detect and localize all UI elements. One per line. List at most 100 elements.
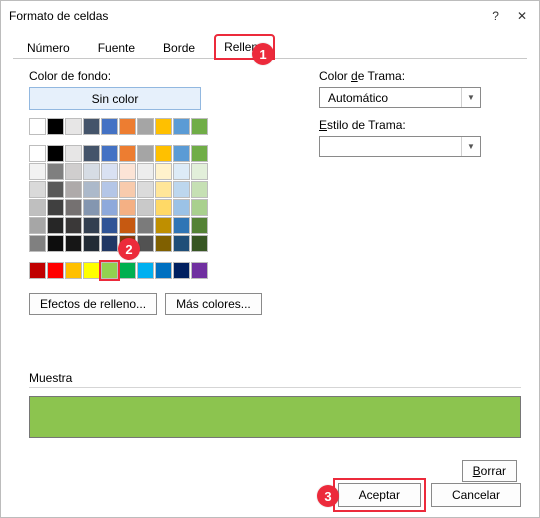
tab-numero[interactable]: Número xyxy=(19,37,78,59)
color-swatch[interactable] xyxy=(173,235,190,252)
trama-style-label: Estilo de Trama: xyxy=(319,118,521,132)
color-swatch[interactable] xyxy=(101,145,118,162)
color-swatch[interactable] xyxy=(29,118,46,135)
color-swatch[interactable] xyxy=(119,217,136,234)
chevron-down-icon: ▼ xyxy=(461,88,480,107)
color-swatch[interactable] xyxy=(65,145,82,162)
help-button[interactable]: ? xyxy=(492,9,499,23)
color-swatch[interactable] xyxy=(47,118,64,135)
color-swatch[interactable] xyxy=(191,235,208,252)
clear-button[interactable]: Borrar xyxy=(462,460,517,482)
color-swatch[interactable] xyxy=(83,181,100,198)
accept-button[interactable]: Aceptar xyxy=(338,483,421,507)
color-swatch[interactable] xyxy=(29,163,46,180)
color-swatch[interactable] xyxy=(29,199,46,216)
color-swatch[interactable] xyxy=(173,163,190,180)
color-swatch[interactable] xyxy=(137,217,154,234)
color-swatch[interactable] xyxy=(137,199,154,216)
color-swatch[interactable] xyxy=(83,145,100,162)
color-swatch[interactable] xyxy=(29,145,46,162)
color-swatch[interactable] xyxy=(119,145,136,162)
color-swatch[interactable] xyxy=(191,262,208,279)
color-swatch[interactable] xyxy=(83,118,100,135)
color-swatch[interactable] xyxy=(101,163,118,180)
tab-fuente[interactable]: Fuente xyxy=(90,37,143,59)
color-swatch[interactable] xyxy=(29,217,46,234)
color-swatch[interactable] xyxy=(47,235,64,252)
tab-borde[interactable]: Borde xyxy=(155,37,203,59)
color-swatch[interactable] xyxy=(137,163,154,180)
color-swatch[interactable] xyxy=(83,235,100,252)
dialog-footer: Aceptar Cancelar xyxy=(338,483,521,507)
trama-color-value: Automático xyxy=(328,91,388,105)
color-swatch[interactable] xyxy=(137,262,154,279)
cancel-button[interactable]: Cancelar xyxy=(431,483,521,507)
window-title: Formato de celdas xyxy=(9,9,108,23)
color-swatch[interactable] xyxy=(101,262,118,279)
color-swatch[interactable] xyxy=(47,181,64,198)
no-color-button[interactable]: Sin color xyxy=(29,87,201,110)
color-swatch[interactable] xyxy=(155,262,172,279)
color-swatch[interactable] xyxy=(173,199,190,216)
color-swatch[interactable] xyxy=(65,118,82,135)
trama-color-dropdown[interactable]: Automático ▼ xyxy=(319,87,481,108)
color-swatch[interactable] xyxy=(155,163,172,180)
color-swatch[interactable] xyxy=(101,217,118,234)
color-swatch[interactable] xyxy=(191,118,208,135)
trama-style-dropdown[interactable]: ▼ xyxy=(319,136,481,157)
color-swatch[interactable] xyxy=(191,199,208,216)
color-swatch[interactable] xyxy=(119,163,136,180)
color-swatch[interactable] xyxy=(119,118,136,135)
more-colors-button[interactable]: Más colores... xyxy=(165,293,262,315)
color-swatch[interactable] xyxy=(65,235,82,252)
close-button[interactable]: ✕ xyxy=(517,9,527,23)
color-swatch[interactable] xyxy=(29,262,46,279)
color-swatch[interactable] xyxy=(101,235,118,252)
color-swatch[interactable] xyxy=(137,145,154,162)
color-swatch[interactable] xyxy=(173,145,190,162)
color-swatch[interactable] xyxy=(155,181,172,198)
color-swatch[interactable] xyxy=(155,118,172,135)
color-swatch[interactable] xyxy=(101,199,118,216)
color-swatch[interactable] xyxy=(101,181,118,198)
color-swatch[interactable] xyxy=(47,262,64,279)
color-swatch[interactable] xyxy=(65,217,82,234)
color-swatch[interactable] xyxy=(29,235,46,252)
color-swatch[interactable] xyxy=(65,181,82,198)
color-swatch[interactable] xyxy=(47,199,64,216)
color-swatch[interactable] xyxy=(173,262,190,279)
color-swatch[interactable] xyxy=(191,181,208,198)
fill-effects-button[interactable]: Efectos de relleno... xyxy=(29,293,157,315)
color-swatch[interactable] xyxy=(137,181,154,198)
color-swatch[interactable] xyxy=(137,118,154,135)
color-swatch[interactable] xyxy=(83,199,100,216)
color-swatch[interactable] xyxy=(29,181,46,198)
color-swatch[interactable] xyxy=(155,217,172,234)
palette-shades xyxy=(29,145,279,252)
color-swatch[interactable] xyxy=(83,262,100,279)
color-swatch[interactable] xyxy=(83,217,100,234)
color-swatch[interactable] xyxy=(65,262,82,279)
color-swatch[interactable] xyxy=(173,181,190,198)
color-swatch[interactable] xyxy=(173,217,190,234)
color-swatch[interactable] xyxy=(65,199,82,216)
annotation-callout-3: 3 xyxy=(317,485,339,507)
color-swatch[interactable] xyxy=(83,163,100,180)
color-swatch[interactable] xyxy=(119,262,136,279)
color-swatch[interactable] xyxy=(47,163,64,180)
color-swatch[interactable] xyxy=(119,181,136,198)
color-swatch[interactable] xyxy=(191,217,208,234)
color-swatch[interactable] xyxy=(173,118,190,135)
color-swatch[interactable] xyxy=(191,163,208,180)
color-swatch[interactable] xyxy=(47,217,64,234)
color-swatch[interactable] xyxy=(191,145,208,162)
color-swatch[interactable] xyxy=(155,145,172,162)
color-swatch[interactable] xyxy=(155,199,172,216)
color-swatch[interactable] xyxy=(65,163,82,180)
left-column: Color de fondo: Sin color Efectos de rel… xyxy=(29,69,279,315)
color-swatch[interactable] xyxy=(155,235,172,252)
color-swatch[interactable] xyxy=(119,199,136,216)
annotation-callout-1: 1 xyxy=(252,43,274,65)
color-swatch[interactable] xyxy=(47,145,64,162)
color-swatch[interactable] xyxy=(101,118,118,135)
